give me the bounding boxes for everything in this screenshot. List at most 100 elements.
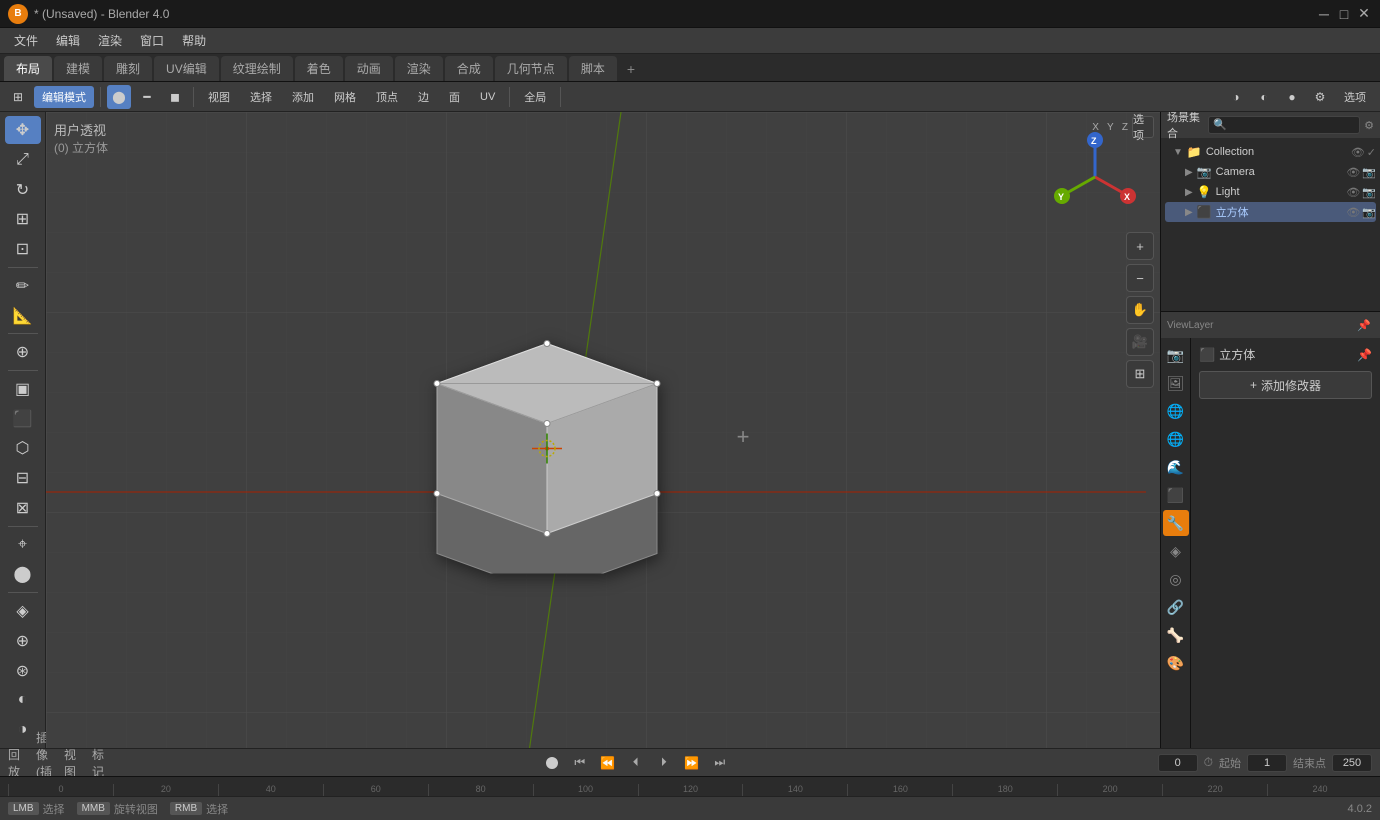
transform-tool-button[interactable]: ⊡ [5,235,41,263]
minimize-button[interactable]: ─ [1316,6,1332,22]
tab-layout[interactable]: 布局 [4,56,52,81]
timeline-marker-menu[interactable]: 标记 [92,752,114,774]
timeline-clock-icon[interactable]: ⏱ [1204,755,1213,770]
frame-start-input[interactable] [1247,754,1287,772]
mode-selector[interactable]: 编辑模式 [34,86,94,108]
modifier-properties-icon[interactable]: 🔧 [1163,510,1189,536]
props-pin-icon[interactable]: 📌 [1354,315,1374,335]
timeline-step-back[interactable]: ⏪ [597,752,619,774]
add-workspace-button[interactable]: + [619,57,643,81]
collection-visibility-icon[interactable]: 👁 [1351,146,1365,159]
render-properties-icon[interactable]: 📷 [1163,342,1189,368]
physics-properties-icon[interactable]: ◎ [1163,566,1189,592]
timeline-playback-menu[interactable]: 回放 [8,752,30,774]
zoom-in-gizmo[interactable]: + [1126,232,1154,260]
inset-tool-button[interactable]: ⬛ [5,405,41,433]
pan-gizmo-button[interactable]: ✋ [1126,296,1154,324]
bisect-tool-button[interactable]: ⬤ [5,560,41,588]
proportional-edit-dropdown[interactable]: 全局 [516,86,554,108]
camera-visibility-icon[interactable]: 👁 [1346,166,1360,179]
vertex-select-mode[interactable]: ⬤ [107,85,131,109]
menu-file[interactable]: 文件 [6,30,46,51]
menu-select[interactable]: 选择 [242,86,280,108]
tab-texture-paint[interactable]: 纹理绘制 [221,56,293,81]
light-visibility-icon[interactable]: 👁 [1346,186,1360,199]
options-overlay-button[interactable]: 选项 [1132,116,1154,138]
add-modifier-button[interactable]: + 添加修改器 [1199,371,1372,399]
tab-shading[interactable]: 着色 [295,56,343,81]
light-render-icon[interactable]: 📷 [1362,186,1376,199]
outliner-search[interactable] [1208,116,1360,134]
timeline-keying-menu[interactable]: 插像(插帧) [36,752,58,774]
close-button[interactable]: ✕ [1356,6,1372,22]
tab-compositing[interactable]: 合成 [445,56,493,81]
material-properties-icon[interactable]: 🎨 [1163,650,1189,676]
scene-properties-icon[interactable]: 🌐 [1163,426,1189,452]
bevel-tool-button[interactable]: ⬡ [5,434,41,462]
menu-help[interactable]: 帮助 [174,30,214,51]
move-tool-button[interactable]: ⤢ [5,146,41,174]
tab-modeling[interactable]: 建模 [54,56,102,81]
outliner-filter-icon[interactable]: ⚙ [1364,119,1374,132]
menu-view[interactable]: 视图 [200,86,238,108]
timeline-jump-start[interactable]: ⏮ [569,752,591,774]
menu-edit[interactable]: 编辑 [48,30,88,51]
annotate-tool-button[interactable]: ✏ [5,272,41,300]
outliner-light[interactable]: ▶ 💡 Light 👁 📷 [1165,182,1376,202]
tab-geo-nodes[interactable]: 几何节点 [495,56,567,81]
viewport-shading-material[interactable]: ◐ [1252,85,1276,109]
modifier-pin-icon[interactable]: 📌 [1357,348,1372,362]
frame-end-input[interactable] [1332,754,1372,772]
editor-type-button[interactable]: ⊞ [6,85,30,109]
grid-view-gizmo[interactable]: ⊞ [1126,360,1154,388]
timeline-step-forward[interactable]: ⏩ [681,752,703,774]
frame-ruler[interactable]: 0 20 40 60 80 100 120 140 160 180 200 22… [0,776,1380,796]
particle-properties-icon[interactable]: ◈ [1163,538,1189,564]
viewport-shading-options[interactable]: ⚙ [1308,85,1332,109]
tab-scripting[interactable]: 脚本 [569,56,617,81]
loop-cut-tool-button[interactable]: ⊟ [5,464,41,492]
rotate-tool-button[interactable]: ↻ [5,176,41,204]
select-tool-button[interactable]: ✥ [5,116,41,144]
menu-vertex[interactable]: 顶点 [368,86,406,108]
world-properties-icon[interactable]: 🌊 [1163,454,1189,480]
sphere-tool-button[interactable]: ◑ [5,716,41,744]
tab-uv-editing[interactable]: UV编辑 [154,56,219,81]
orientation-gizmo[interactable]: Z X Y [1050,132,1140,222]
timeline-play-reverse[interactable]: ⏴ [625,752,647,774]
options-menu[interactable]: 选项 [1336,86,1374,108]
face-select-mode[interactable]: ◼ [163,85,187,109]
maximize-button[interactable]: □ [1336,6,1352,22]
cube-render-icon[interactable]: 📷 [1362,206,1376,219]
timeline-play[interactable]: ⏵ [653,752,675,774]
edge-select-mode[interactable]: ━ [135,85,159,109]
output-properties-icon[interactable]: 🖼 [1163,370,1189,396]
viewport-shading-solid[interactable]: ◑ [1224,85,1248,109]
tab-sculpting[interactable]: 雕刻 [104,56,152,81]
data-properties-icon[interactable]: 🦴 [1163,622,1189,648]
zoom-out-gizmo[interactable]: − [1126,264,1154,292]
shear-tool-button[interactable]: ◐ [5,686,41,714]
collection-exclude-icon[interactable]: ✓ [1367,146,1376,159]
extrude-tool-button[interactable]: ▣ [5,375,41,403]
menu-add[interactable]: 添加 [284,86,322,108]
outliner-camera[interactable]: ▶ 📷 Camera 👁 📷 [1165,162,1376,182]
menu-uv[interactable]: UV [472,88,503,106]
poly-build-tool-button[interactable]: ◈ [5,597,41,625]
tab-rendering[interactable]: 渲染 [395,56,443,81]
menu-render[interactable]: 渲染 [90,30,130,51]
menu-edge[interactable]: 边 [410,86,437,108]
outliner-collection[interactable]: ▼ 📁 Collection 👁 ✓ [1165,142,1376,162]
knife-tool-button[interactable]: ⌖ [5,531,41,559]
menu-face[interactable]: 面 [441,86,468,108]
camera-view-gizmo[interactable]: 🎥 [1126,328,1154,356]
viewport-shading-rendered[interactable]: ● [1280,85,1304,109]
menu-window[interactable]: 窗口 [132,30,172,51]
smooth-tool-button[interactable]: ⊛ [5,657,41,685]
cube-visibility-icon[interactable]: 👁 [1346,206,1360,219]
object-properties-icon[interactable]: ⬛ [1163,482,1189,508]
timeline-jump-end[interactable]: ⏭ [709,752,731,774]
timeline-view-menu[interactable]: 视图 [64,752,86,774]
tab-animation[interactable]: 动画 [345,56,393,81]
outliner-cube[interactable]: ▶ ⬛ 立方体 👁 📷 [1165,202,1376,222]
